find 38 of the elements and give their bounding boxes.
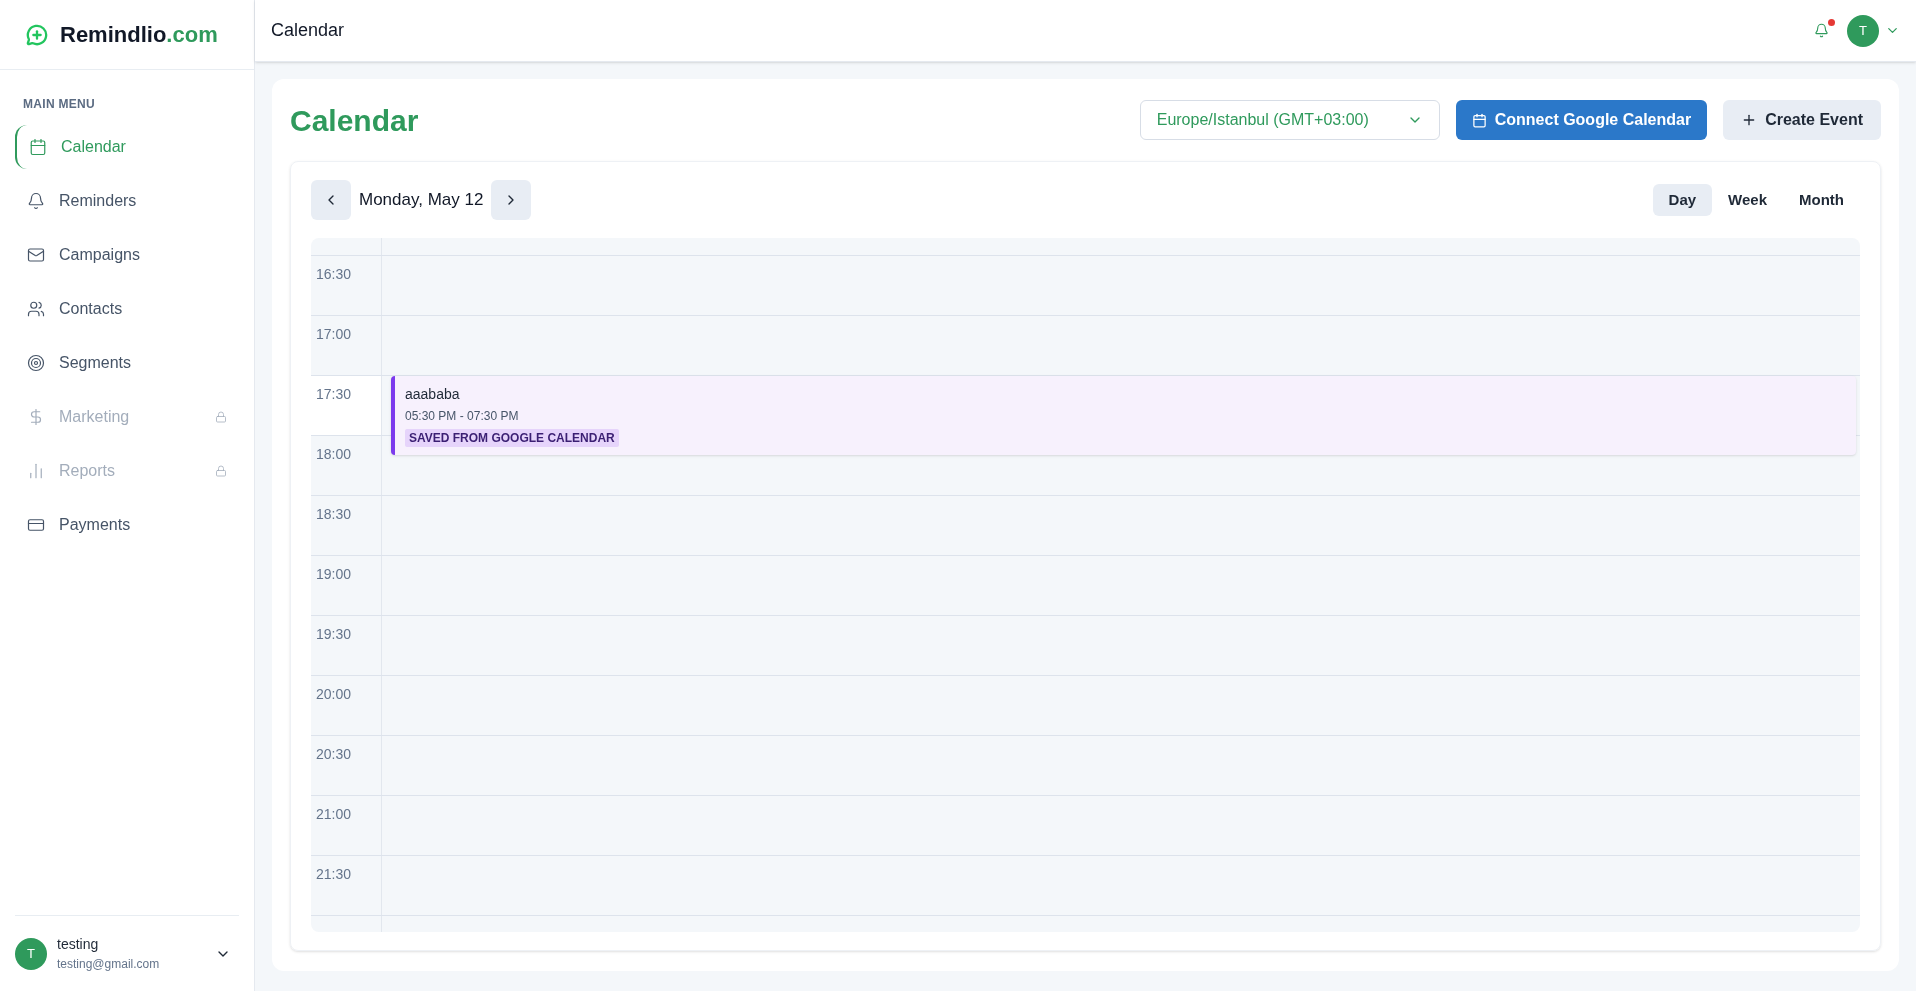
page-title: Calendar — [290, 102, 420, 139]
connect-calendar-button[interactable]: Connect Google Calendar — [1455, 100, 1708, 140]
header-title: Calendar — [271, 19, 346, 42]
calendar-event[interactable]: aaababa 05:30 PM - 07:30 PM SAVED FROM GOOGLE CALENDAR — [391, 376, 1856, 455]
credit-card-icon — [27, 516, 45, 534]
event-tag: SAVED FROM GOOGLE CALENDAR — [405, 429, 619, 447]
bell-icon — [27, 192, 45, 210]
time-slot-label: 17:30 — [311, 376, 382, 435]
envelope-icon — [27, 246, 45, 264]
section-label: MAIN MENU — [22, 96, 97, 113]
bell-icon[interactable] — [1814, 23, 1829, 38]
user-avatar[interactable]: T — [15, 937, 47, 970]
lock-icon — [215, 465, 227, 477]
users-icon — [27, 300, 45, 318]
user-email: testing@gmail.com — [57, 956, 161, 973]
current-date: Monday, May 12 — [359, 189, 484, 212]
sidebar-item[interactable]: Reminders — [15, 179, 239, 223]
view-tab[interactable]: Month — [1783, 184, 1860, 216]
view-tab[interactable]: Week — [1712, 184, 1783, 216]
sidebar-item[interactable]: Segments — [15, 341, 239, 385]
create-event-button[interactable]: Create Event — [1723, 100, 1881, 140]
header-avatar[interactable]: T — [1847, 14, 1879, 47]
sidebar-item[interactable]: Contacts — [15, 287, 239, 331]
user-name: testing — [57, 935, 100, 954]
calendar-icon — [29, 138, 47, 156]
event-time: 05:30 PM - 07:30 PM — [405, 408, 519, 425]
brand-name[interactable]: Remindlio.com — [60, 18, 218, 51]
sidebar-item[interactable]: Calendar — [15, 125, 239, 169]
logo-icon — [26, 23, 48, 46]
view-tab[interactable]: Day — [1652, 184, 1713, 216]
event-title: aaababa — [405, 385, 460, 404]
timezone-select[interactable]: Europe/Istanbul (GMT+03:00) — [1139, 100, 1440, 140]
target-icon — [27, 354, 45, 372]
sidebar-item[interactable]: Campaigns — [15, 233, 239, 277]
lock-icon — [215, 411, 227, 423]
sidebar-item[interactable]: Payments — [15, 503, 239, 547]
calendar-icon — [1471, 112, 1487, 128]
bar-chart-icon — [27, 462, 45, 480]
